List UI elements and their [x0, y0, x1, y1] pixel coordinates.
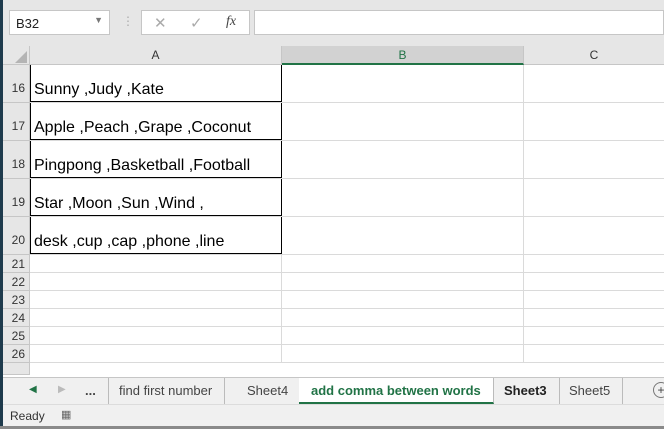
column-header-c[interactable]: C [524, 46, 664, 65]
cell-b[interactable] [282, 65, 524, 102]
fx-icon[interactable]: fx [226, 14, 236, 30]
column-header-b[interactable]: B [282, 46, 524, 65]
cell-b[interactable] [282, 255, 524, 272]
status-bar: Ready ▦ [3, 404, 664, 426]
cell-a[interactable] [30, 291, 282, 308]
tab-sheet3[interactable]: Sheet3 [492, 378, 560, 404]
cell-b[interactable] [282, 345, 524, 362]
scroll-right-icon[interactable]: ▶ [58, 384, 66, 395]
cell-a[interactable]: Apple ,Peach ,Grape ,Coconut [30, 103, 282, 140]
scroll-left-icon[interactable]: ◀ [29, 384, 37, 395]
row-header[interactable]: 24 [3, 309, 30, 327]
row-header[interactable]: 17 [3, 103, 30, 141]
cell-b[interactable] [282, 141, 524, 178]
row-header[interactable]: 18 [3, 141, 30, 179]
cell-a[interactable] [30, 273, 282, 290]
cell-a[interactable]: Star ,Moon ,Sun ,Wind , [30, 179, 282, 216]
table-row [30, 309, 664, 327]
macro-record-icon[interactable]: ▦ [61, 408, 71, 421]
table-row [30, 345, 664, 363]
cell-a[interactable] [30, 327, 282, 344]
row-header[interactable]: 25 [3, 327, 30, 345]
row-header[interactable]: 22 [3, 273, 30, 291]
cell-b[interactable] [282, 291, 524, 308]
sheet-tab-bar: ◀ ▶ ... find first number Sheet4 add com… [3, 377, 664, 404]
cell-b[interactable] [282, 217, 524, 254]
row-header[interactable]: 26 [3, 345, 30, 363]
table-row: desk ,cup ,cap ,phone ,line [30, 217, 664, 255]
cell-b[interactable] [282, 103, 524, 140]
tab-find-first-number[interactable]: find first number [107, 378, 226, 404]
chevron-down-icon[interactable]: ▼ [94, 15, 103, 25]
tab-add-comma-between-words[interactable]: add comma between words [299, 378, 494, 404]
cell-a[interactable] [30, 309, 282, 326]
table-row: Sunny ,Judy ,Kate [30, 65, 664, 103]
cell-a[interactable]: desk ,cup ,cap ,phone ,line [30, 217, 282, 254]
select-all-button[interactable] [3, 46, 30, 65]
name-box[interactable]: B32 ▼ [9, 10, 110, 35]
column-header-a[interactable]: A [30, 46, 282, 65]
cell-a[interactable] [30, 255, 282, 272]
cancel-icon[interactable]: ✕ [154, 14, 167, 32]
table-row [30, 327, 664, 345]
row-header[interactable]: 19 [3, 179, 30, 217]
row-header[interactable]: 21 [3, 255, 30, 273]
row-header[interactable]: 23 [3, 291, 30, 309]
row-header[interactable]: 16 [3, 65, 30, 103]
tab-sheet4[interactable]: Sheet4 [235, 378, 302, 404]
table-row: Star ,Moon ,Sun ,Wind , [30, 179, 664, 217]
table-row: Apple ,Peach ,Grape ,Coconut [30, 103, 664, 141]
row-header[interactable] [3, 363, 30, 375]
formula-input[interactable] [254, 10, 664, 35]
table-row [30, 291, 664, 309]
cell-a[interactable]: Sunny ,Judy ,Kate [30, 65, 282, 102]
status-text: Ready [10, 409, 45, 423]
tab-more[interactable]: ... [73, 378, 109, 404]
column-header-bar: A B C [3, 46, 664, 65]
cell-b[interactable] [282, 309, 524, 326]
table-row [30, 273, 664, 291]
cell-b[interactable] [282, 327, 524, 344]
cell-a[interactable]: Pingpong ,Basketball ,Football [30, 141, 282, 178]
table-row [30, 255, 664, 273]
cell-b[interactable] [282, 179, 524, 216]
tab-sheet5[interactable]: Sheet5 [557, 378, 624, 404]
name-box-value: B32 [16, 16, 40, 31]
formula-buttons: ✕ ✓ fx [141, 10, 250, 35]
cell-b[interactable] [282, 273, 524, 290]
add-sheet-icon[interactable]: + [653, 382, 664, 398]
enter-icon[interactable]: ✓ [190, 14, 203, 32]
cell-a[interactable] [30, 345, 282, 362]
grip-icon: ⋮ [122, 14, 134, 28]
table-row: Pingpong ,Basketball ,Football [30, 141, 664, 179]
row-header[interactable]: 20 [3, 217, 30, 255]
